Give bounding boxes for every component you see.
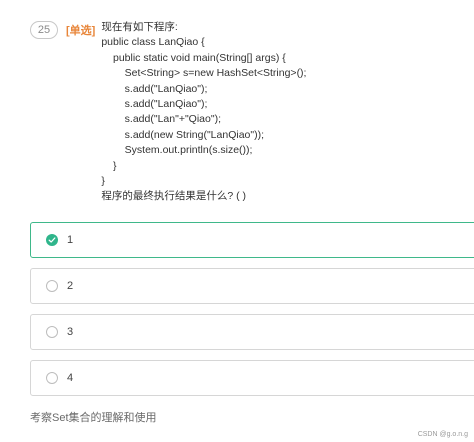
check-circle-icon[interactable] — [46, 234, 58, 246]
question-line: s.add("LanQiao"); — [101, 82, 208, 95]
question-line: s.add("Lan"+"Qiao"); — [101, 113, 222, 126]
question-type-label: [单选] — [66, 25, 96, 37]
answer-explanation: 考察Set集合的理解和使用 — [30, 412, 157, 424]
option-1[interactable]: 1 — [30, 222, 474, 258]
radio-circle-icon[interactable] — [46, 280, 58, 292]
option-3[interactable]: 3 — [30, 314, 474, 350]
question-line: s.add(new String("LanQiao")); — [101, 128, 265, 141]
question-line: System.out.println(s.size()); — [101, 144, 253, 157]
question-line: Set<String> s=new HashSet<String>(); — [101, 67, 307, 80]
question-page: 25 [单选] 现在有如下程序: public class LanQiao { … — [0, 0, 474, 442]
question-text: 现在有如下程序: public class LanQiao { public s… — [101, 20, 306, 205]
option-4[interactable]: 4 — [30, 360, 474, 396]
radio-circle-icon[interactable] — [46, 326, 58, 338]
question-line: 现在有如下程序: — [101, 21, 178, 33]
option-label: 3 — [67, 326, 74, 338]
question-number-badge: 25 — [30, 21, 58, 39]
question-line: } — [101, 175, 105, 188]
option-label: 2 — [67, 280, 74, 292]
question-line: public class LanQiao { — [101, 36, 205, 49]
answer-options: 1 2 3 4 — [30, 222, 474, 406]
option-label: 1 — [67, 234, 74, 246]
option-label: 4 — [67, 372, 74, 384]
radio-circle-icon[interactable] — [46, 372, 58, 384]
question-line: s.add("LanQiao"); — [101, 98, 208, 111]
option-2[interactable]: 2 — [30, 268, 474, 304]
question-line: } — [101, 159, 117, 172]
question-line: 程序的最终执行结果是什么? ( ) — [101, 190, 246, 203]
question-line: public static void main(String[] args) { — [101, 51, 286, 64]
question-header: 25 [单选] 现在有如下程序: public class LanQiao { … — [30, 20, 464, 205]
watermark: CSDN @g.o.n.g — [417, 431, 468, 438]
